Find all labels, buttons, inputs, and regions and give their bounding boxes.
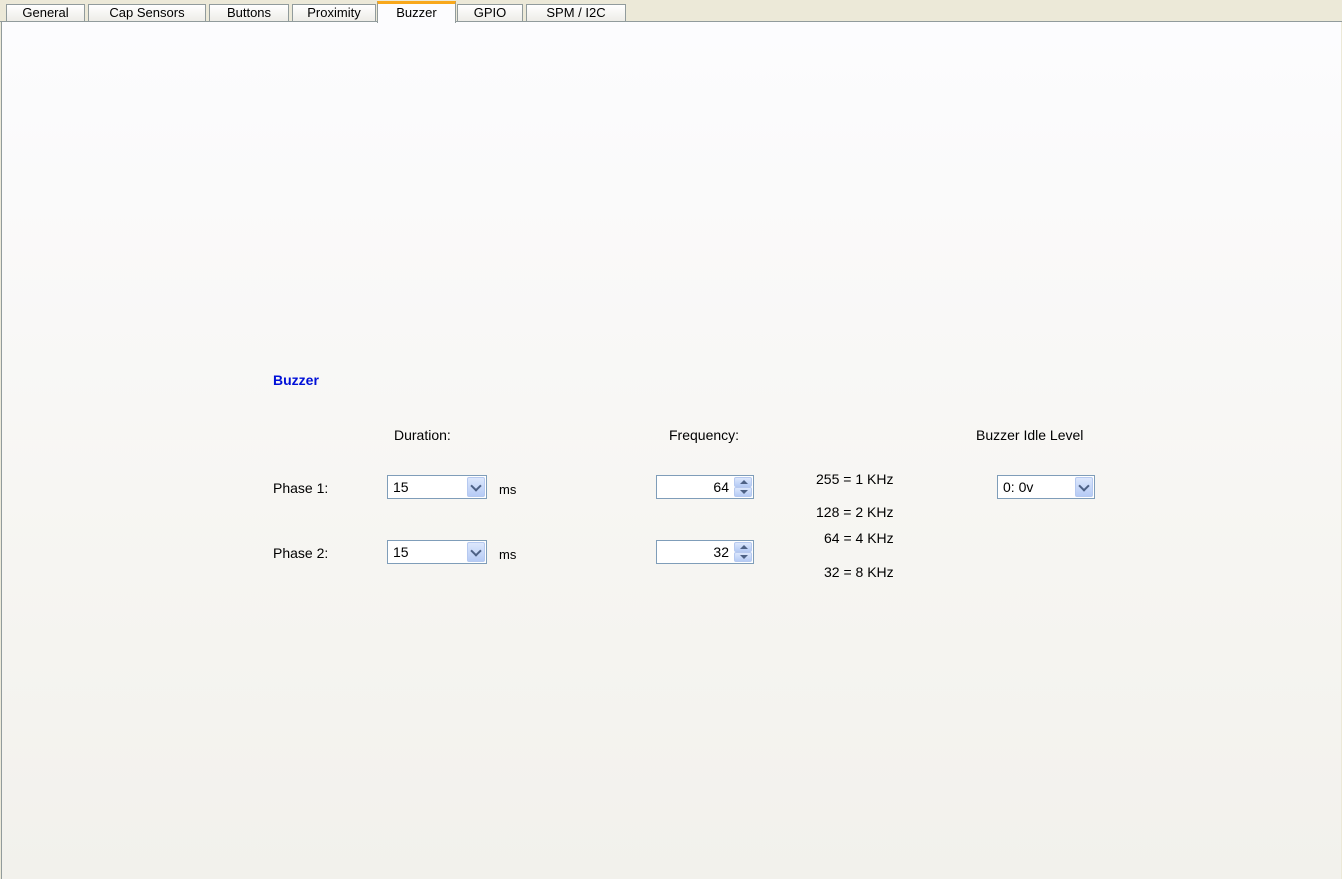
chevron-down-icon[interactable] (467, 477, 485, 497)
freq-legend-1khz: 255 = 1 KHz (816, 471, 894, 487)
phase2-duration-value: 15 (393, 544, 409, 560)
tab-buzzer[interactable]: Buzzer (377, 1, 456, 23)
phase1-duration-value: 15 (393, 479, 409, 495)
spin-down-icon[interactable] (734, 552, 752, 562)
phase1-unit: ms (499, 482, 517, 497)
phase2-unit: ms (499, 547, 517, 562)
freq-legend-4khz: 64 = 4 KHz (824, 530, 894, 546)
frequency-header: Frequency: (669, 427, 740, 443)
tab-gpio[interactable]: GPIO (457, 4, 523, 22)
phase1-label: Phase 1: (273, 480, 329, 496)
phase2-duration-select[interactable]: 15 (387, 540, 487, 564)
tab-general[interactable]: General (6, 4, 85, 22)
phase2-frequency-value: 32 (713, 544, 729, 560)
phase1-frequency-value: 64 (713, 479, 729, 495)
tab-spm-i2c[interactable]: SPM / I2C (526, 4, 626, 22)
phase1-frequency-spinner[interactable]: 64 (656, 475, 754, 499)
tab-proximity[interactable]: Proximity (292, 4, 376, 22)
idle-level-value: 0: 0v (1003, 479, 1034, 495)
chevron-down-icon[interactable] (1075, 477, 1093, 497)
freq-legend-8khz: 32 = 8 KHz (824, 564, 894, 580)
freq-legend-2khz: 128 = 2 KHz (816, 504, 894, 520)
phase2-label: Phase 2: (273, 545, 329, 561)
tab-buttons[interactable]: Buttons (209, 4, 289, 22)
chevron-down-icon[interactable] (467, 542, 485, 562)
spin-down-icon[interactable] (734, 487, 752, 497)
tab-cap-sensors[interactable]: Cap Sensors (88, 4, 206, 22)
buzzer-panel: Buzzer Duration: Frequency: Buzzer Idle … (1, 22, 1341, 879)
idle-level-header: Buzzer Idle Level (976, 427, 1084, 443)
duration-header: Duration: (394, 427, 451, 443)
spin-up-icon[interactable] (734, 477, 752, 487)
buzzer-group-title: Buzzer (273, 372, 319, 388)
idle-level-select[interactable]: 0: 0v (997, 475, 1095, 499)
spin-up-icon[interactable] (734, 542, 752, 552)
phase1-duration-select[interactable]: 15 (387, 475, 487, 499)
tab-strip: General Cap Sensors Buttons Proximity Bu… (0, 0, 1342, 23)
phase2-frequency-spinner[interactable]: 32 (656, 540, 754, 564)
